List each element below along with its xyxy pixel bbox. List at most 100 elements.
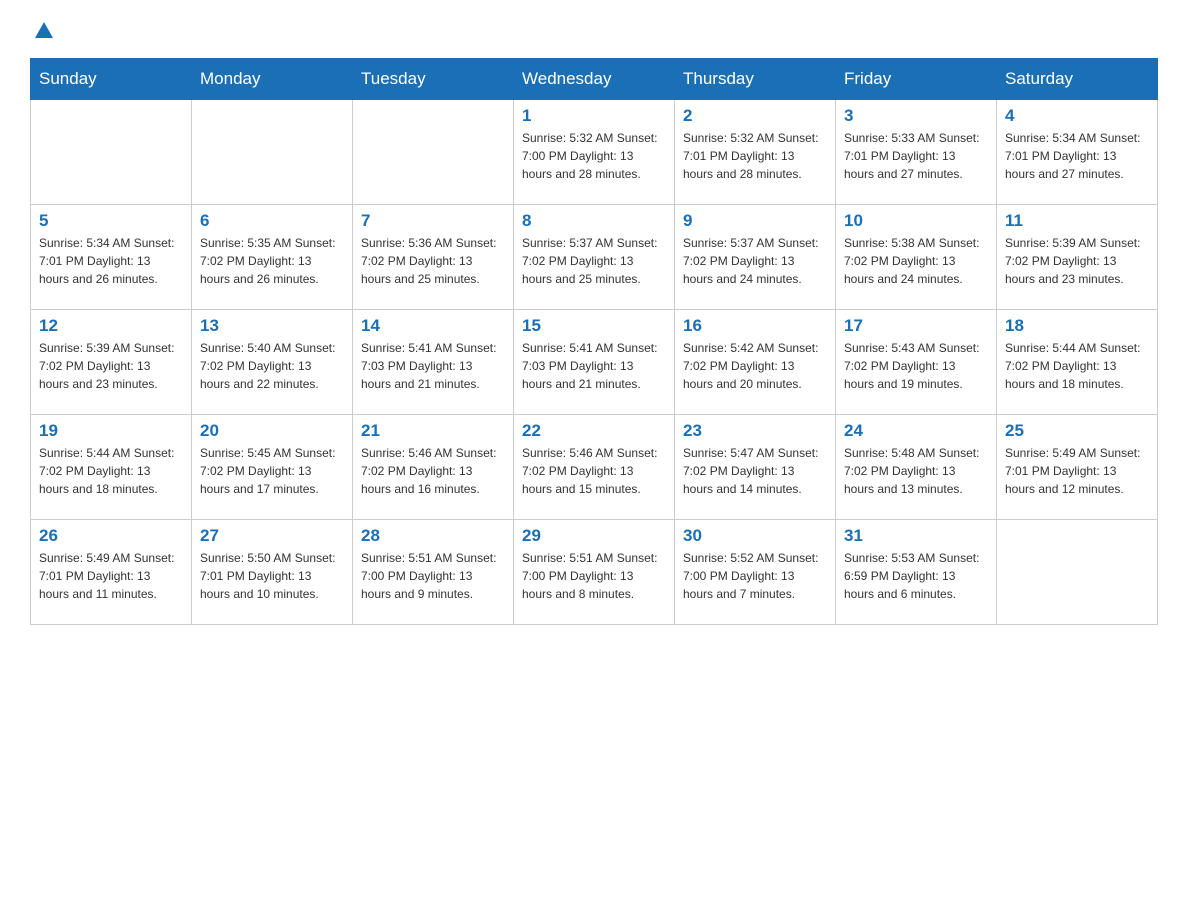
- day-info: Sunrise: 5:53 AM Sunset: 6:59 PM Dayligh…: [844, 549, 988, 603]
- day-info: Sunrise: 5:52 AM Sunset: 7:00 PM Dayligh…: [683, 549, 827, 603]
- week-row-3: 12 Sunrise: 5:39 AM Sunset: 7:02 PM Dayli…: [31, 310, 1158, 415]
- day-info: Sunrise: 5:43 AM Sunset: 7:02 PM Dayligh…: [844, 339, 988, 393]
- day-info: Sunrise: 5:41 AM Sunset: 7:03 PM Dayligh…: [361, 339, 505, 393]
- calendar-cell: 2 Sunrise: 5:32 AM Sunset: 7:01 PM Daylig…: [675, 100, 836, 205]
- calendar-cell: 16 Sunrise: 5:42 AM Sunset: 7:02 PM Dayli…: [675, 310, 836, 415]
- day-number: 13: [200, 316, 344, 336]
- day-number: 25: [1005, 421, 1149, 441]
- day-number: 22: [522, 421, 666, 441]
- calendar-cell: 11 Sunrise: 5:39 AM Sunset: 7:02 PM Dayli…: [997, 205, 1158, 310]
- day-number: 23: [683, 421, 827, 441]
- day-number: 31: [844, 526, 988, 546]
- calendar-cell: 22Sunrise: 5:46 AM Sunset: 7:02 PM Dayli…: [514, 415, 675, 520]
- day-number: 2: [683, 106, 827, 126]
- calendar-cell: 15 Sunrise: 5:41 AM Sunset: 7:03 PM Dayli…: [514, 310, 675, 415]
- calendar-cell: 29 Sunrise: 5:51 AM Sunset: 7:00 PM Dayli…: [514, 520, 675, 625]
- day-number: 30: [683, 526, 827, 546]
- logo: [30, 20, 55, 38]
- day-info: Sunrise: 5:38 AM Sunset: 7:02 PM Dayligh…: [844, 234, 988, 288]
- week-row-4: 19 Sunrise: 5:44 AM Sunset: 7:02 PM Dayli…: [31, 415, 1158, 520]
- calendar-cell: [192, 100, 353, 205]
- day-number: 4: [1005, 106, 1149, 126]
- day-info: Sunrise: 5:51 AM Sunset: 7:00 PM Dayligh…: [361, 549, 505, 603]
- calendar-cell: 24Sunrise: 5:48 AM Sunset: 7:02 PM Dayli…: [836, 415, 997, 520]
- calendar-cell: 12 Sunrise: 5:39 AM Sunset: 7:02 PM Dayli…: [31, 310, 192, 415]
- day-info: Sunrise: 5:51 AM Sunset: 7:00 PM Dayligh…: [522, 549, 666, 603]
- day-number: 18: [1005, 316, 1149, 336]
- day-number: 6: [200, 211, 344, 231]
- calendar-cell: 31 Sunrise: 5:53 AM Sunset: 6:59 PM Dayli…: [836, 520, 997, 625]
- calendar-cell: 9Sunrise: 5:37 AM Sunset: 7:02 PM Daylig…: [675, 205, 836, 310]
- logo-triangle-icon: [33, 20, 55, 42]
- day-info: Sunrise: 5:44 AM Sunset: 7:02 PM Dayligh…: [1005, 339, 1149, 393]
- calendar-cell: 13 Sunrise: 5:40 AM Sunset: 7:02 PM Dayli…: [192, 310, 353, 415]
- calendar-cell: [997, 520, 1158, 625]
- day-info: Sunrise: 5:45 AM Sunset: 7:02 PM Dayligh…: [200, 444, 344, 498]
- day-info: Sunrise: 5:41 AM Sunset: 7:03 PM Dayligh…: [522, 339, 666, 393]
- calendar-cell: 21Sunrise: 5:46 AM Sunset: 7:02 PM Dayli…: [353, 415, 514, 520]
- day-info: Sunrise: 5:37 AM Sunset: 7:02 PM Dayligh…: [522, 234, 666, 288]
- calendar-table: SundayMondayTuesdayWednesdayThursdayFrid…: [30, 58, 1158, 625]
- calendar-cell: 6 Sunrise: 5:35 AM Sunset: 7:02 PM Daylig…: [192, 205, 353, 310]
- day-info: Sunrise: 5:36 AM Sunset: 7:02 PM Dayligh…: [361, 234, 505, 288]
- calendar-cell: 17 Sunrise: 5:43 AM Sunset: 7:02 PM Dayli…: [836, 310, 997, 415]
- week-row-2: 5 Sunrise: 5:34 AM Sunset: 7:01 PM Daylig…: [31, 205, 1158, 310]
- day-number: 26: [39, 526, 183, 546]
- day-info: Sunrise: 5:42 AM Sunset: 7:02 PM Dayligh…: [683, 339, 827, 393]
- day-info: Sunrise: 5:40 AM Sunset: 7:02 PM Dayligh…: [200, 339, 344, 393]
- calendar-header-sunday: Sunday: [31, 59, 192, 100]
- day-info: Sunrise: 5:32 AM Sunset: 7:00 PM Dayligh…: [522, 129, 666, 183]
- page-header: [30, 20, 1158, 38]
- day-info: Sunrise: 5:39 AM Sunset: 7:02 PM Dayligh…: [1005, 234, 1149, 288]
- calendar-cell: 20 Sunrise: 5:45 AM Sunset: 7:02 PM Dayli…: [192, 415, 353, 520]
- day-info: Sunrise: 5:49 AM Sunset: 7:01 PM Dayligh…: [1005, 444, 1149, 498]
- day-info: Sunrise: 5:34 AM Sunset: 7:01 PM Dayligh…: [1005, 129, 1149, 183]
- calendar-cell: 28Sunrise: 5:51 AM Sunset: 7:00 PM Dayli…: [353, 520, 514, 625]
- calendar-cell: [353, 100, 514, 205]
- calendar-header-friday: Friday: [836, 59, 997, 100]
- day-number: 3: [844, 106, 988, 126]
- calendar-header-thursday: Thursday: [675, 59, 836, 100]
- day-info: Sunrise: 5:47 AM Sunset: 7:02 PM Dayligh…: [683, 444, 827, 498]
- calendar-cell: 18 Sunrise: 5:44 AM Sunset: 7:02 PM Dayli…: [997, 310, 1158, 415]
- day-info: Sunrise: 5:34 AM Sunset: 7:01 PM Dayligh…: [39, 234, 183, 288]
- day-number: 12: [39, 316, 183, 336]
- week-row-5: 26 Sunrise: 5:49 AM Sunset: 7:01 PM Dayli…: [31, 520, 1158, 625]
- day-number: 16: [683, 316, 827, 336]
- day-number: 29: [522, 526, 666, 546]
- day-number: 17: [844, 316, 988, 336]
- day-info: Sunrise: 5:32 AM Sunset: 7:01 PM Dayligh…: [683, 129, 827, 183]
- day-info: Sunrise: 5:46 AM Sunset: 7:02 PM Dayligh…: [361, 444, 505, 498]
- calendar-header-row: SundayMondayTuesdayWednesdayThursdayFrid…: [31, 59, 1158, 100]
- calendar-cell: 8 Sunrise: 5:37 AM Sunset: 7:02 PM Daylig…: [514, 205, 675, 310]
- day-number: 1: [522, 106, 666, 126]
- day-number: 14: [361, 316, 505, 336]
- day-info: Sunrise: 5:44 AM Sunset: 7:02 PM Dayligh…: [39, 444, 183, 498]
- day-number: 11: [1005, 211, 1149, 231]
- day-number: 9: [683, 211, 827, 231]
- day-number: 24: [844, 421, 988, 441]
- day-number: 15: [522, 316, 666, 336]
- day-info: Sunrise: 5:39 AM Sunset: 7:02 PM Dayligh…: [39, 339, 183, 393]
- calendar-cell: 27Sunrise: 5:50 AM Sunset: 7:01 PM Dayli…: [192, 520, 353, 625]
- day-info: Sunrise: 5:35 AM Sunset: 7:02 PM Dayligh…: [200, 234, 344, 288]
- calendar-cell: 7 Sunrise: 5:36 AM Sunset: 7:02 PM Daylig…: [353, 205, 514, 310]
- day-number: 7: [361, 211, 505, 231]
- calendar-header-saturday: Saturday: [997, 59, 1158, 100]
- calendar-cell: 1 Sunrise: 5:32 AM Sunset: 7:00 PM Daylig…: [514, 100, 675, 205]
- calendar-cell: 25 Sunrise: 5:49 AM Sunset: 7:01 PM Dayli…: [997, 415, 1158, 520]
- day-number: 5: [39, 211, 183, 231]
- calendar-header-wednesday: Wednesday: [514, 59, 675, 100]
- week-row-1: 1 Sunrise: 5:32 AM Sunset: 7:00 PM Daylig…: [31, 100, 1158, 205]
- calendar-cell: 26 Sunrise: 5:49 AM Sunset: 7:01 PM Dayli…: [31, 520, 192, 625]
- day-number: 27: [200, 526, 344, 546]
- day-number: 8: [522, 211, 666, 231]
- calendar-cell: 5 Sunrise: 5:34 AM Sunset: 7:01 PM Daylig…: [31, 205, 192, 310]
- calendar-cell: [31, 100, 192, 205]
- calendar-header-monday: Monday: [192, 59, 353, 100]
- day-number: 20: [200, 421, 344, 441]
- day-info: Sunrise: 5:49 AM Sunset: 7:01 PM Dayligh…: [39, 549, 183, 603]
- calendar-cell: 3Sunrise: 5:33 AM Sunset: 7:01 PM Daylig…: [836, 100, 997, 205]
- calendar-cell: 19 Sunrise: 5:44 AM Sunset: 7:02 PM Dayli…: [31, 415, 192, 520]
- day-number: 19: [39, 421, 183, 441]
